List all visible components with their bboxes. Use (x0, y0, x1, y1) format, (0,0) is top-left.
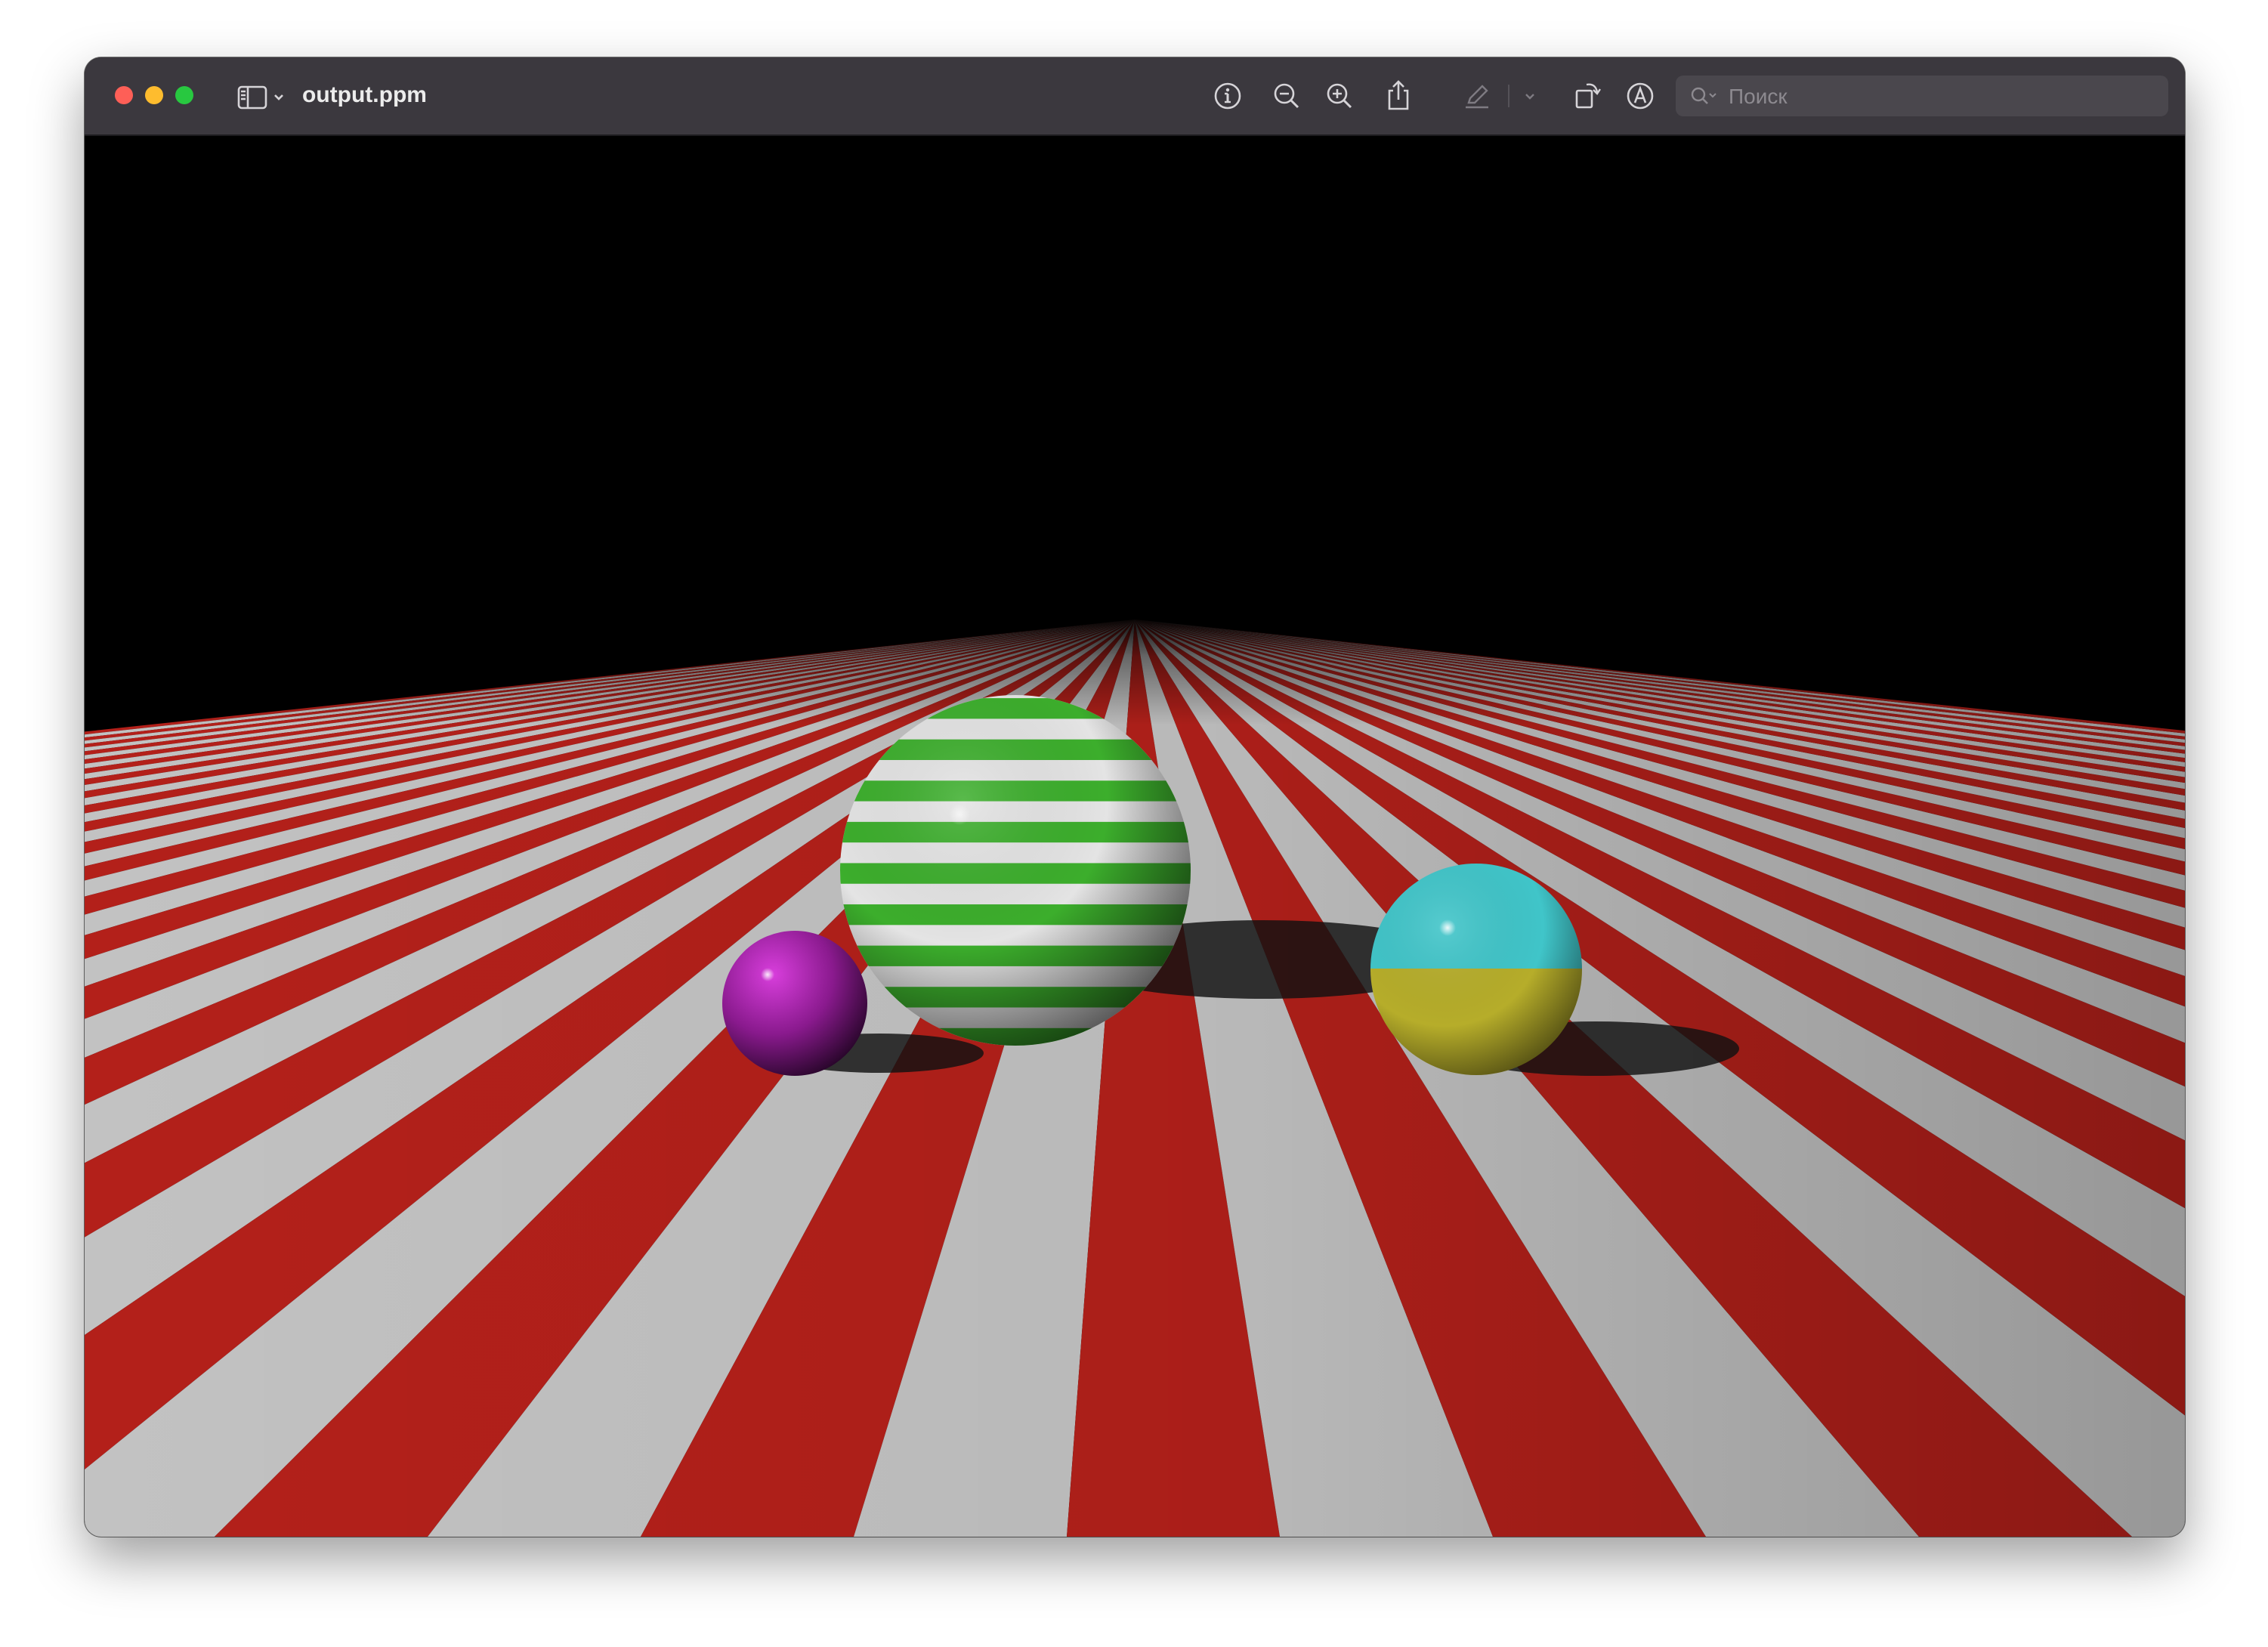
rotate-button[interactable] (1570, 77, 1605, 115)
sidebar-toggle-button[interactable] (234, 82, 292, 112)
rotate-icon (1575, 83, 1601, 109)
minimize-window-button[interactable] (145, 86, 163, 104)
preview-window: output.ppm (85, 57, 2185, 1537)
share-button[interactable] (1381, 77, 1416, 115)
annotate-circle-icon (1627, 82, 1654, 110)
close-window-button[interactable] (115, 86, 133, 104)
zoom-in-icon (1327, 83, 1352, 109)
sky (85, 136, 2185, 620)
zoom-out-button[interactable] (1269, 79, 1304, 113)
document-title: output.ppm (302, 82, 427, 107)
sidebar-icon (237, 85, 267, 110)
chevron-down-icon (274, 94, 283, 100)
markup-menu-button[interactable] (1520, 85, 1540, 107)
info-circle-icon (1214, 82, 1241, 110)
magenta-sphere (722, 931, 867, 1076)
markup-button[interactable] (1460, 79, 1494, 113)
share-icon (1388, 80, 1409, 110)
search-field[interactable] (1676, 76, 2168, 116)
toolbar-divider (1508, 85, 1509, 107)
zoom-in-button[interactable] (1322, 79, 1357, 113)
horizon-haze (85, 620, 2185, 725)
rendered-image (85, 136, 2185, 1537)
annotate-button[interactable] (1623, 79, 1658, 113)
chevron-down-icon (1525, 94, 1534, 100)
search-icon (1691, 87, 1716, 104)
title-bar: output.ppm (85, 57, 2185, 136)
maximize-window-button[interactable] (175, 86, 193, 104)
zoom-out-icon (1274, 83, 1299, 109)
magenta-sphere-highlight (761, 968, 774, 981)
search-input[interactable] (1729, 82, 2152, 112)
info-button[interactable] (1210, 79, 1245, 113)
pencil-icon (1466, 85, 1488, 109)
